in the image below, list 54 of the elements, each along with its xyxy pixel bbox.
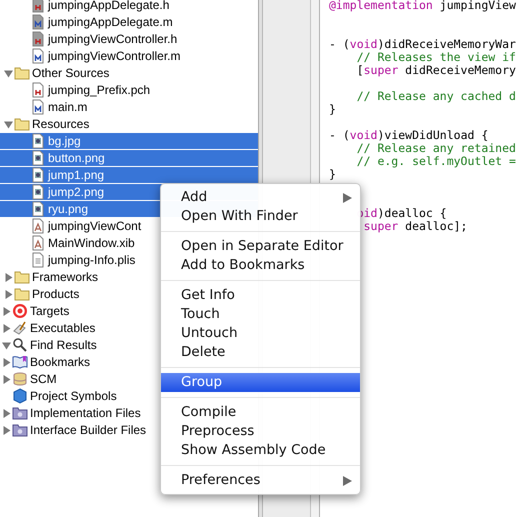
tree-item[interactable]: Other Sources	[0, 65, 258, 82]
folder-icon	[14, 269, 30, 285]
tree-item[interactable]: jumpingAppDelegate.m	[0, 14, 258, 31]
menu-item[interactable]: Untouch	[161, 324, 360, 343]
folder-icon	[14, 65, 30, 81]
code-line: // Releases the view if	[356, 51, 516, 64]
smart-folder-icon	[12, 405, 28, 421]
smart-folder-icon	[12, 422, 28, 438]
tree-item[interactable]: jumping_Prefix.pch	[0, 82, 258, 99]
code-line: - (void)viewDidUnload {	[329, 129, 488, 142]
disclosure-triangle-icon[interactable]	[2, 408, 10, 418]
tree-item[interactable]: jumpingViewController.h	[0, 31, 258, 48]
code-line: }	[329, 103, 336, 116]
tree-item[interactable]: jumpingAppDelegate.h	[0, 0, 258, 14]
disclosure-triangle-icon[interactable]	[2, 426, 10, 434]
tree-item[interactable]: jump1.png	[0, 167, 258, 184]
tree-item[interactable]: jumpingViewController.m	[0, 48, 258, 65]
tree-item[interactable]: button.png	[0, 150, 258, 167]
disclosure-triangle-icon[interactable]	[4, 272, 12, 282]
menu-item[interactable]: Preprocess	[161, 422, 360, 441]
code-line: [super didReceiveMemory	[356, 64, 516, 77]
search-icon	[12, 337, 28, 353]
menu-item[interactable]: Preferences	[161, 471, 360, 490]
disclosure-triangle-icon[interactable]	[2, 374, 10, 384]
disclosure-triangle-icon[interactable]	[4, 290, 12, 298]
code-line: // e.g. self.myOutlet =	[356, 155, 516, 168]
tree-item[interactable]: main.m	[0, 99, 258, 116]
code-line: - (void)didReceiveMemoryWar	[329, 38, 516, 51]
tree-item[interactable]: bg.jpg	[0, 133, 258, 150]
code-line: super dealloc];	[362, 220, 468, 233]
disclosure-triangle-icon[interactable]	[2, 324, 10, 332]
disclosure-triangle-icon[interactable]	[2, 306, 10, 316]
folder-icon	[14, 286, 30, 302]
pencil-icon	[12, 320, 28, 336]
target-icon	[12, 303, 28, 319]
book-icon	[12, 354, 28, 370]
code-line: // Release any retained	[356, 142, 516, 155]
code-line: // Release any cached d	[356, 90, 516, 103]
disclosure-triangle-icon[interactable]	[2, 340, 10, 350]
menu-item[interactable]: Open in Separate Editor	[161, 237, 360, 256]
disclosure-triangle-icon[interactable]	[2, 358, 10, 366]
menu-item[interactable]: Delete	[161, 343, 360, 362]
menu-item[interactable]: Compile	[161, 403, 360, 422]
menu-item[interactable]: Group	[161, 373, 360, 392]
code-line: }	[329, 168, 336, 181]
menu-item[interactable]: Show Assembly Code	[161, 441, 360, 460]
database-icon	[12, 371, 28, 387]
menu-item[interactable]: Touch	[161, 305, 360, 324]
disclosure-triangle-icon[interactable]	[4, 120, 12, 128]
disclosure-triangle-icon[interactable]	[4, 68, 12, 78]
tree-item[interactable]: Resources	[0, 116, 258, 133]
cube-icon	[12, 388, 28, 404]
code-line: @implementation jumpingView	[329, 0, 516, 12]
menu-item[interactable]: Get Info	[161, 286, 360, 305]
